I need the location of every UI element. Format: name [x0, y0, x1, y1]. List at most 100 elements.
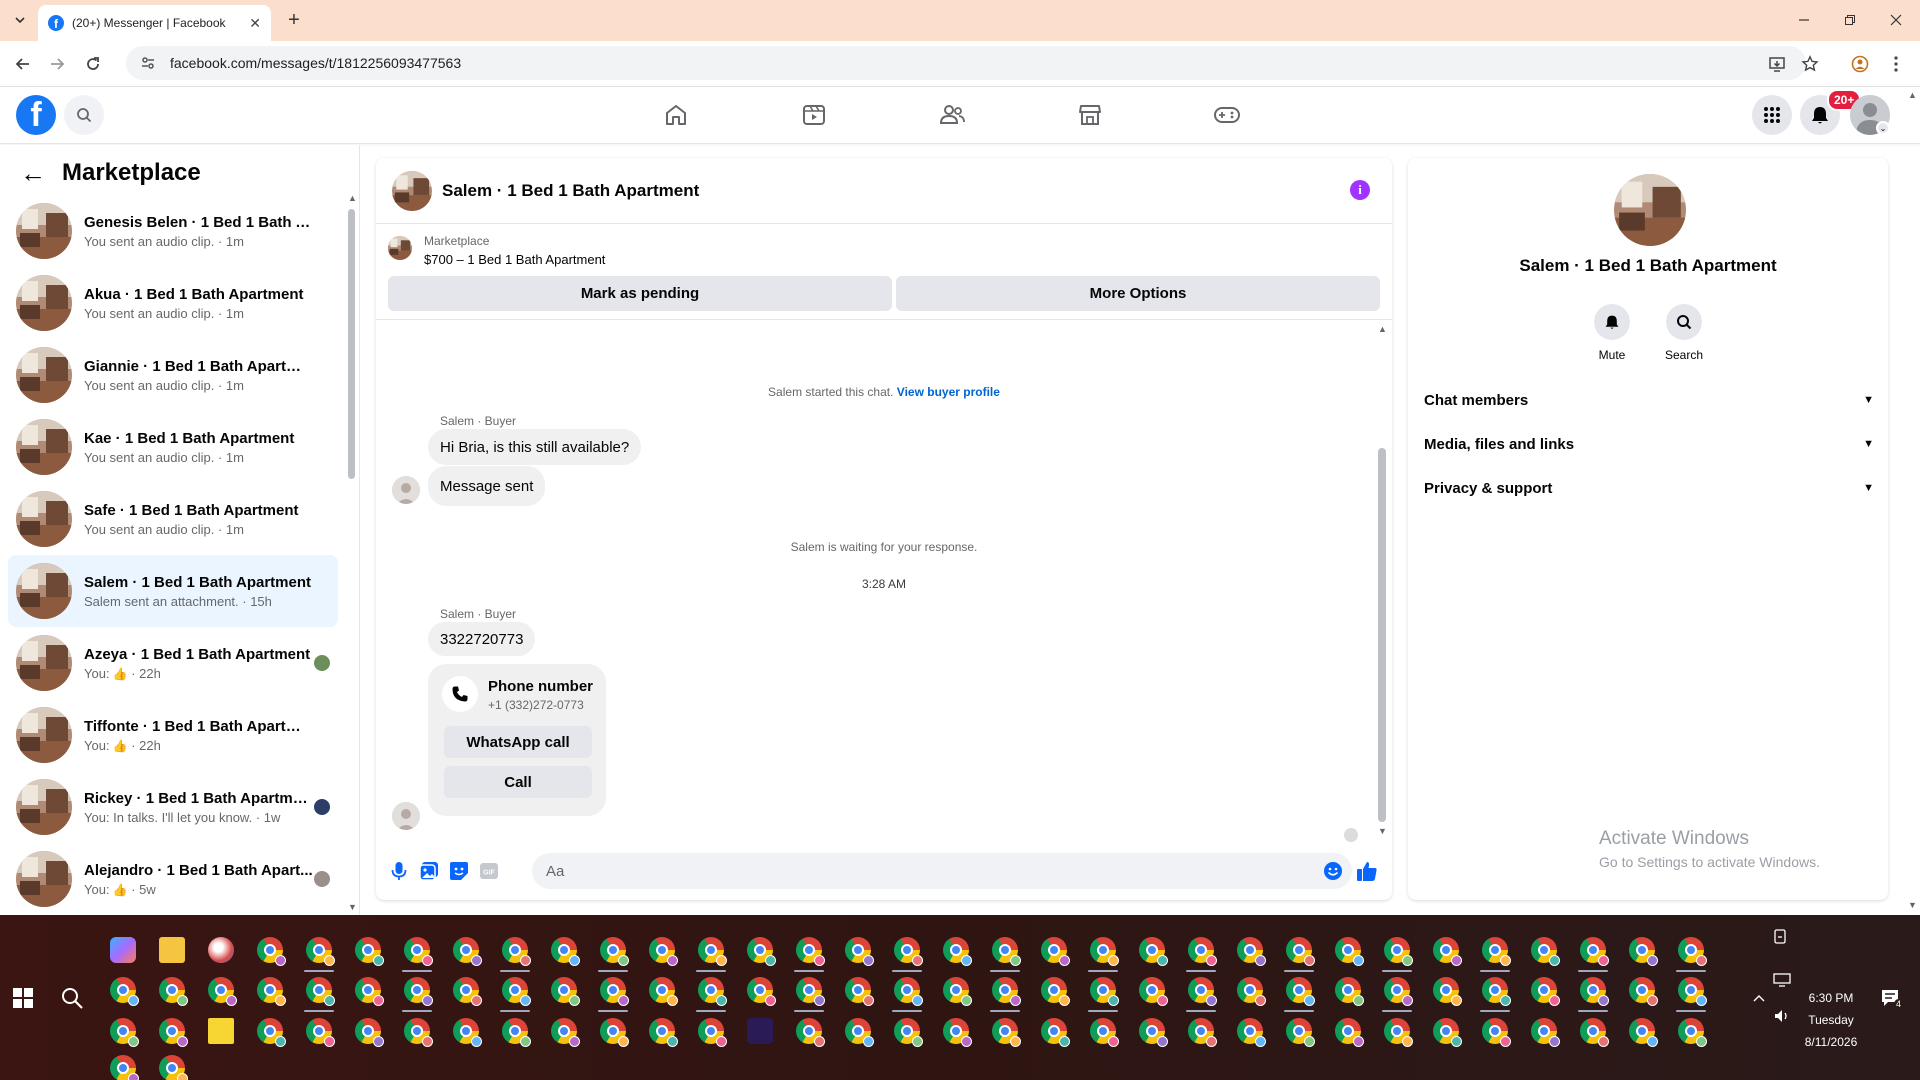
chrome-icon[interactable]	[453, 977, 482, 1006]
chrome-icon[interactable]	[845, 1018, 874, 1047]
chrome-icon[interactable]	[747, 977, 776, 1006]
chrome-icon[interactable]	[845, 977, 874, 1006]
paint-icon[interactable]	[208, 937, 234, 963]
nav-video[interactable]	[794, 97, 834, 133]
chrome-icon[interactable]	[1433, 1018, 1462, 1047]
chrome-icon[interactable]	[796, 937, 825, 966]
microphone-icon[interactable]	[388, 860, 410, 882]
profile-button[interactable]	[1850, 54, 1870, 74]
install-app-button[interactable]	[1767, 54, 1787, 74]
app-icon[interactable]	[747, 1018, 773, 1044]
conversation-item[interactable]: Giannie · 1 Bed 1 Bath Apartment You sent…	[8, 339, 338, 411]
scroll-down-arrow-icon[interactable]: ▼	[1908, 900, 1917, 910]
chrome-icon[interactable]	[1482, 937, 1511, 966]
chrome-icon[interactable]	[1531, 977, 1560, 1006]
conversation-item[interactable]: Alejandro · 1 Bed 1 Bath Apart... You: 👍 …	[8, 843, 338, 915]
taskbar-clock[interactable]: 6:30 PM Tuesday 8/11/2026	[1795, 987, 1867, 1053]
thumbs-up-icon[interactable]	[1356, 860, 1378, 882]
chrome-icon[interactable]	[110, 1055, 139, 1080]
chrome-icon[interactable]	[1433, 977, 1462, 1006]
chrome-icon[interactable]	[600, 1018, 629, 1047]
chrome-icon[interactable]	[1286, 937, 1315, 966]
conversation-item[interactable]: Safe · 1 Bed 1 Bath Apartment You sent an…	[8, 483, 338, 555]
chrome-icon[interactable]	[159, 1055, 188, 1080]
chat-avatar[interactable]	[392, 170, 432, 211]
section-privacy-support[interactable]: Privacy & support ▼	[1424, 470, 1874, 506]
volume-icon[interactable]	[1773, 1008, 1791, 1024]
chrome-icon[interactable]	[1531, 1018, 1560, 1047]
chrome-icon[interactable]	[600, 937, 629, 966]
chrome-icon[interactable]	[1139, 977, 1168, 1006]
facebook-search-button[interactable]	[64, 95, 104, 135]
chrome-icon[interactable]	[992, 977, 1021, 1006]
chrome-icon[interactable]	[1041, 1018, 1070, 1047]
chrome-icon[interactable]	[698, 937, 727, 966]
chrome-icon[interactable]	[551, 1018, 580, 1047]
chrome-icon[interactable]	[1678, 977, 1707, 1006]
emoji-icon[interactable]	[1322, 860, 1344, 882]
chrome-icon[interactable]	[1090, 977, 1119, 1006]
chrome-icon[interactable]	[306, 937, 335, 966]
taskbar-search-button[interactable]	[60, 986, 84, 1010]
search-in-conversation-button[interactable]	[1666, 304, 1702, 340]
address-bar[interactable]: facebook.com/messages/t/1812256093477563	[126, 46, 1806, 80]
section-media-files-links[interactable]: Media, files and links ▼	[1424, 426, 1874, 462]
chrome-icon[interactable]	[355, 977, 384, 1006]
file-explorer-icon[interactable]	[159, 937, 185, 963]
chrome-icon[interactable]	[1580, 1018, 1609, 1047]
chrome-icon[interactable]	[1041, 937, 1070, 966]
message-input[interactable]	[532, 853, 1352, 889]
facebook-logo[interactable]: f	[16, 95, 56, 135]
chat-title[interactable]: Salem · 1 Bed 1 Bath Apartment	[442, 181, 699, 201]
chrome-icon[interactable]	[110, 1018, 139, 1047]
chrome-icon[interactable]	[551, 977, 580, 1006]
chrome-icon[interactable]	[1531, 937, 1560, 966]
chrome-icon[interactable]	[551, 937, 580, 966]
chrome-icon[interactable]	[453, 937, 482, 966]
chrome-icon[interactable]	[796, 977, 825, 1006]
chrome-icon[interactable]	[1629, 1018, 1658, 1047]
call-button[interactable]: Call	[444, 766, 592, 798]
chrome-icon[interactable]	[649, 937, 678, 966]
photo-icon[interactable]	[418, 860, 440, 882]
chrome-icon[interactable]	[698, 977, 727, 1006]
new-tab-button[interactable]: +	[282, 8, 306, 32]
conversation-item[interactable]: Rickey · 1 Bed 1 Bath Apartment You: In t…	[8, 771, 338, 843]
chrome-icon[interactable]	[943, 937, 972, 966]
chrome-icon[interactable]	[208, 977, 237, 1006]
scroll-up-arrow-icon[interactable]: ▲	[1908, 90, 1917, 100]
sticker-icon[interactable]	[448, 860, 470, 882]
mute-action[interactable]: Mute	[1582, 304, 1642, 362]
chrome-icon[interactable]	[649, 1018, 678, 1047]
whatsapp-call-button[interactable]: WhatsApp call	[444, 726, 592, 758]
search-action[interactable]: Search	[1654, 304, 1714, 362]
scroll-down-arrow-icon[interactable]: ▼	[348, 902, 357, 912]
chevron-up-icon[interactable]	[1752, 993, 1766, 1003]
message-bubble[interactable]: Hi Bria, is this still available?	[428, 429, 642, 465]
chrome-icon[interactable]	[1678, 937, 1707, 966]
chrome-icon[interactable]	[943, 1018, 972, 1047]
sender-avatar[interactable]	[392, 802, 420, 830]
chrome-icon[interactable]	[1384, 1018, 1413, 1047]
more-options-button[interactable]: More Options	[896, 276, 1380, 311]
conversation-item[interactable]: Azeya · 1 Bed 1 Bath Apartment You: 👍 · 2…	[8, 627, 338, 699]
info-icon[interactable]: i	[1350, 180, 1370, 200]
back-arrow-icon[interactable]: ←	[20, 158, 46, 189]
chrome-icon[interactable]	[453, 1018, 482, 1047]
chrome-icon[interactable]	[1286, 977, 1315, 1006]
tab-search-button[interactable]	[6, 8, 34, 32]
chrome-icon[interactable]	[1139, 1018, 1168, 1047]
tab-messenger[interactable]: f (20+) Messenger | Facebook ✕	[38, 5, 271, 41]
chrome-icon[interactable]	[1629, 977, 1658, 1006]
chevron-down-icon[interactable]: ⌄	[1876, 121, 1890, 135]
chrome-icon[interactable]	[698, 1018, 727, 1047]
chat-scrollbar[interactable]	[1378, 448, 1386, 822]
chrome-icon[interactable]	[1629, 937, 1658, 966]
chrome-icon[interactable]	[1286, 1018, 1315, 1047]
conversation-item[interactable]: Genesis Belen · 1 Bed 1 Bath Apa... You s…	[8, 195, 338, 267]
conversation-item[interactable]: Akua · 1 Bed 1 Bath Apartment You sent an…	[8, 267, 338, 339]
conversation-item[interactable]: Salem · 1 Bed 1 Bath Apartment Salem sent…	[8, 555, 338, 627]
chrome-icon[interactable]	[1237, 937, 1266, 966]
back-button[interactable]	[10, 51, 36, 77]
chrome-icon[interactable]	[894, 937, 923, 966]
